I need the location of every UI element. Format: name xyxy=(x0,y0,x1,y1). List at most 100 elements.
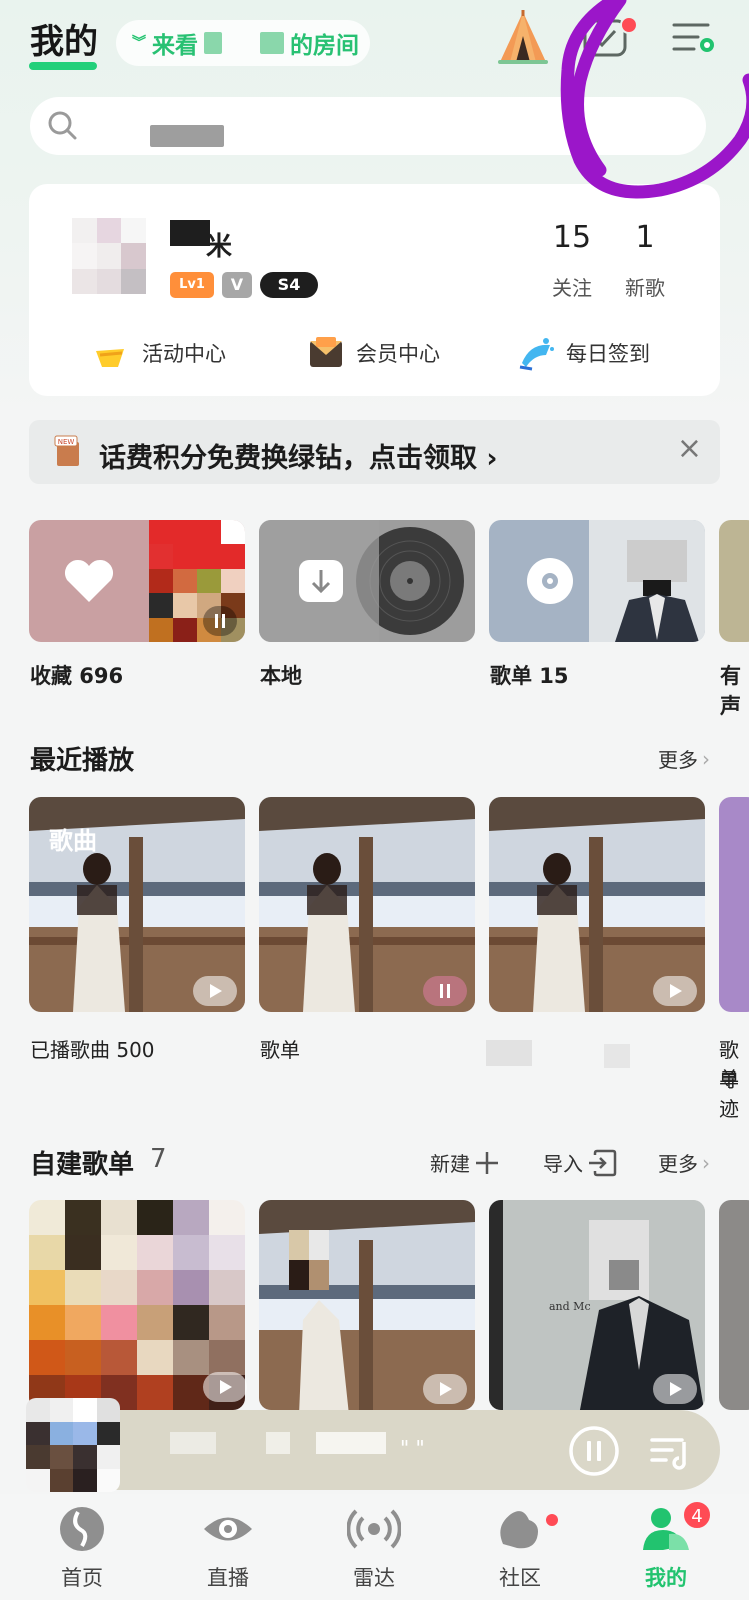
playlists-count: 7 xyxy=(150,1144,167,1174)
level-badge[interactable]: Lv1 xyxy=(170,272,214,298)
nav-item-live[interactable]: 直播 xyxy=(178,1504,278,1592)
quick-link-label: 每日签到 xyxy=(566,342,650,366)
activity-icon xyxy=(96,349,124,367)
playlists-title: 自建歌单 xyxy=(30,1150,135,1180)
promo-banner[interactable]: NEW 话费积分免费换绿钻，点击领取 › × xyxy=(29,420,720,484)
playlist-cover-4[interactable] xyxy=(719,1200,749,1410)
play-icon[interactable] xyxy=(203,1372,247,1402)
following-count[interactable]: 15 xyxy=(542,220,602,255)
import-button[interactable]: 导入 xyxy=(543,1148,617,1177)
home-icon xyxy=(60,1507,104,1551)
nav-item-home[interactable]: 首页 xyxy=(32,1504,132,1592)
menu-settings-icon[interactable] xyxy=(672,20,716,56)
playlists-more-link[interactable]: 更多 › xyxy=(658,1148,710,1177)
pause-icon[interactable] xyxy=(423,976,467,1006)
cover-text: and Mc xyxy=(549,1300,591,1313)
new-songs-count[interactable]: 1 xyxy=(615,220,675,255)
tile-background xyxy=(719,520,749,642)
community-icon xyxy=(500,1511,538,1549)
playlist-queue-icon[interactable] xyxy=(648,1430,692,1474)
download-icon xyxy=(299,560,343,602)
search-bar[interactable] xyxy=(30,97,706,155)
quick-link-checkin[interactable]: 每日签到 xyxy=(516,330,650,376)
play-icon[interactable] xyxy=(653,976,697,1006)
blurred-search-placeholder xyxy=(150,125,224,147)
quick-link-label: 会员中心 xyxy=(356,342,440,366)
room-pill-suffix: 的房间 xyxy=(290,33,359,59)
favorites-label[interactable]: 收藏 696 xyxy=(30,660,123,690)
play-icon[interactable] xyxy=(423,1374,467,1404)
message-badge xyxy=(620,16,638,34)
recent-label[interactable]: 歌单 xyxy=(260,1034,300,1063)
favorites-tile[interactable] xyxy=(29,520,245,642)
recent-cover-songs[interactable]: 歌曲 xyxy=(29,797,245,1012)
audio-label[interactable]: 有声 xyxy=(720,660,749,720)
import-label: 导入 xyxy=(543,1152,583,1176)
import-icon xyxy=(589,1149,617,1176)
new-label: 新建 xyxy=(430,1152,470,1176)
tent-icon[interactable] xyxy=(496,10,550,66)
quick-link-activity[interactable]: 活动中心 xyxy=(92,330,226,376)
search-icon xyxy=(48,111,77,140)
play-icon[interactable] xyxy=(653,1374,697,1404)
blurred-label xyxy=(604,1044,630,1068)
close-icon[interactable]: × xyxy=(677,434,702,464)
local-tile[interactable] xyxy=(259,520,475,642)
recent-cover-3[interactable] xyxy=(489,797,705,1012)
playlist-cover-2[interactable] xyxy=(259,1200,475,1410)
membership-icon xyxy=(310,337,342,367)
nav-item-radar[interactable]: 雷达 xyxy=(324,1504,424,1592)
chevron-right-icon: › xyxy=(702,1150,710,1175)
recent-label[interactable]: 寻迹 xyxy=(719,1064,749,1122)
avatar[interactable] xyxy=(72,218,146,294)
pause-icon[interactable] xyxy=(203,606,237,636)
recent-cover-4[interactable] xyxy=(719,797,749,1012)
blurred-name-block xyxy=(204,32,222,54)
recent-label[interactable]: 已播歌曲 500 xyxy=(30,1034,155,1063)
room-pill-prefix: 来看 xyxy=(152,33,198,59)
radar-icon xyxy=(347,1509,401,1549)
more-label: 更多 xyxy=(658,1152,698,1176)
live-icon xyxy=(204,1517,252,1541)
vip-badge[interactable]: V xyxy=(222,272,252,298)
disc-icon xyxy=(527,558,573,604)
play-icon[interactable] xyxy=(193,976,237,1006)
nav-label: 首页 xyxy=(61,1566,103,1590)
quick-link-membership[interactable]: 会员中心 xyxy=(306,330,440,376)
blurred-username[interactable] xyxy=(170,220,210,246)
new-playlist-button[interactable]: 新建 xyxy=(430,1148,500,1177)
plus-icon xyxy=(476,1151,498,1174)
blurred-title xyxy=(316,1432,386,1454)
promo-icon-text: NEW xyxy=(58,438,75,446)
title-underline xyxy=(29,62,97,70)
room-pill[interactable]: ︾ 来看 的房间 xyxy=(116,20,370,66)
new-songs-label[interactable]: 新歌 xyxy=(615,272,675,301)
chevron-right-icon: › xyxy=(702,746,710,771)
page-title: 我的 xyxy=(30,22,98,62)
blurred-label xyxy=(486,1040,532,1066)
community-badge xyxy=(546,1514,558,1526)
recent-cover-playlist[interactable] xyxy=(259,797,475,1012)
username-fragment: 米 xyxy=(206,232,233,262)
more-label: 更多 xyxy=(658,748,698,772)
nav-label: 雷达 xyxy=(353,1566,395,1590)
profile-badge: 4 xyxy=(682,1500,712,1530)
quick-link-label: 活动中心 xyxy=(142,342,226,366)
nav-label: 社区 xyxy=(499,1566,541,1590)
recent-more-link[interactable]: 更多 › xyxy=(658,744,710,773)
local-label[interactable]: 本地 xyxy=(260,660,302,690)
playlists-tile[interactable] xyxy=(489,520,705,642)
player-artwork[interactable] xyxy=(26,1398,120,1492)
promo-text: 话费积分免费换绿钻，点击领取 › xyxy=(99,443,498,474)
playlist-cover-3[interactable]: and Mc xyxy=(489,1200,705,1410)
blurred-name-block xyxy=(260,32,284,54)
s-badge[interactable]: S4 xyxy=(260,272,318,298)
following-label[interactable]: 关注 xyxy=(542,272,602,301)
audio-tile[interactable] xyxy=(719,520,749,642)
blurred-name-gap xyxy=(228,32,254,54)
nav-label: 我的 xyxy=(645,1566,687,1590)
pause-button[interactable] xyxy=(568,1425,620,1477)
cover-tag: 歌曲 xyxy=(49,827,97,855)
recent-title: 最近播放 xyxy=(30,746,135,776)
playlists-label[interactable]: 歌单 15 xyxy=(490,660,569,690)
